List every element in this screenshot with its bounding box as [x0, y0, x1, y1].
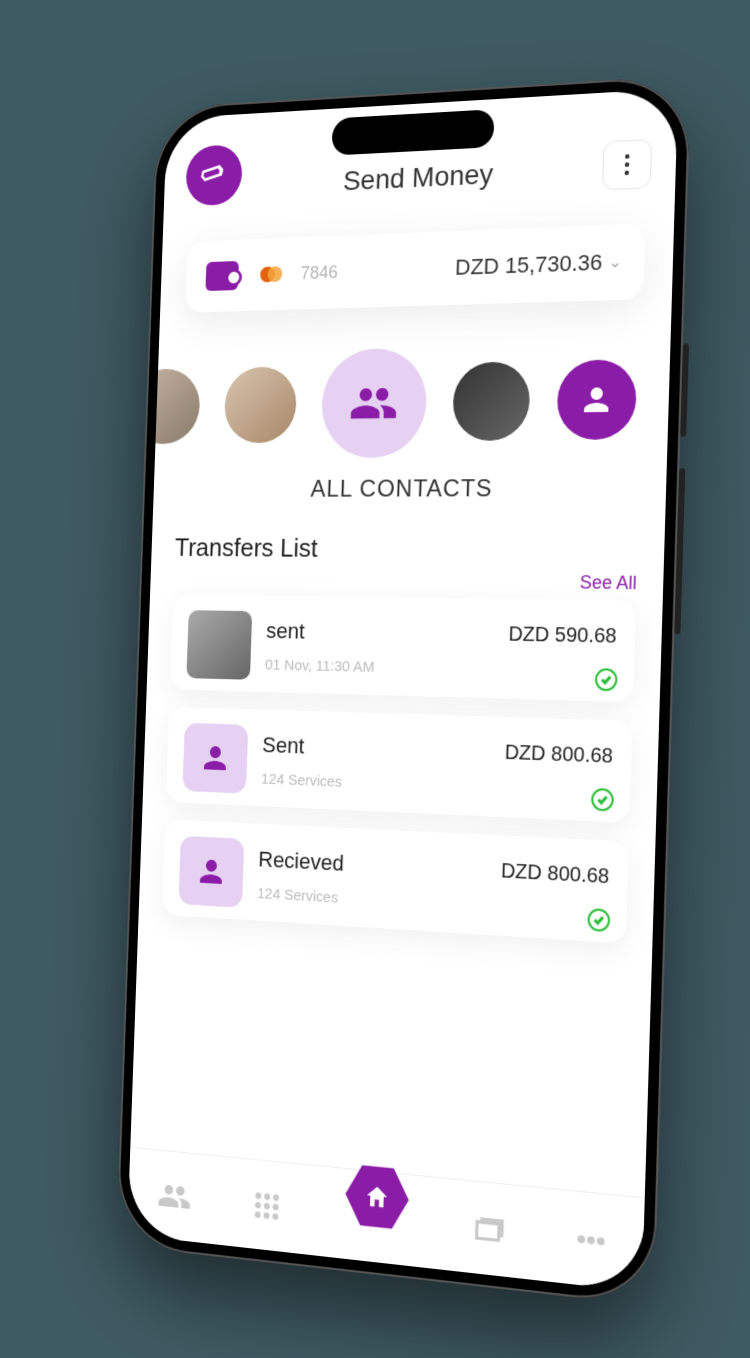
all-contacts-avatar[interactable] — [320, 347, 428, 458]
see-all-link[interactable]: See All — [173, 568, 637, 594]
transfer-amount: DZD 590.68 — [508, 624, 617, 650]
person-icon — [194, 853, 228, 890]
phone-frame: Send Money 7846 DZD 15,730.36 ⌄ — [116, 75, 691, 1306]
transfer-amount: DZD 800.68 — [504, 742, 613, 770]
nav-cards-icon[interactable] — [470, 1208, 509, 1251]
transfers-section: Transfers List See All sent DZD 590.68 0… — [130, 532, 665, 1197]
status-success-icon — [587, 908, 610, 932]
app-screen: Send Money 7846 DZD 15,730.36 ⌄ — [127, 88, 678, 1292]
nav-dialpad-icon[interactable] — [249, 1185, 286, 1227]
page-title: Send Money — [241, 153, 603, 202]
balance-currency: DZD — [455, 253, 500, 281]
transfer-item[interactable]: Sent DZD 800.68 124 Services — [166, 707, 633, 823]
contacts-row — [155, 342, 671, 460]
status-success-icon — [591, 788, 614, 812]
transfer-avatar — [186, 610, 252, 680]
status-success-icon — [595, 668, 618, 691]
header: Send Money — [163, 88, 678, 220]
contact-avatar[interactable] — [155, 368, 201, 444]
contact-avatar[interactable] — [556, 359, 637, 440]
card-last4: 7846 — [300, 262, 338, 284]
transfer-subtitle: 01 Nov, 11:30 AM — [265, 657, 492, 679]
wallet-icon — [205, 261, 238, 291]
transfer-amount: DZD 800.68 — [501, 860, 610, 889]
transfer-item[interactable]: Recieved DZD 800.68 124 Services — [162, 819, 629, 943]
balance-amount: 15,730.36 — [505, 249, 603, 279]
balance-amount-wrap: DZD 15,730.36 ⌄ — [455, 249, 623, 281]
transfer-label: sent — [266, 618, 493, 648]
transfer-label: Recieved — [258, 846, 486, 884]
transfer-avatar — [178, 836, 244, 908]
transfer-avatar — [182, 723, 248, 794]
nav-contacts-icon[interactable] — [156, 1176, 192, 1217]
contact-avatar[interactable] — [223, 366, 297, 443]
transfer-subtitle: 124 Services — [261, 771, 488, 797]
chevron-down-icon[interactable]: ⌄ — [608, 252, 622, 273]
person-icon — [198, 740, 232, 776]
more-button[interactable] — [602, 139, 652, 190]
app-logo-icon — [185, 144, 243, 206]
mastercard-icon — [260, 266, 275, 282]
transfer-item[interactable]: sent DZD 590.68 01 Nov, 11:30 AM — [170, 594, 636, 702]
transfers-title: Transfers List — [174, 533, 638, 567]
transfer-subtitle: 124 Services — [257, 885, 484, 915]
person-icon — [578, 381, 615, 418]
all-contacts-label: ALL CONTACTS — [153, 474, 666, 503]
more-vertical-icon — [624, 153, 631, 176]
transfer-label: Sent — [262, 732, 489, 766]
people-icon — [348, 377, 399, 429]
balance-card[interactable]: 7846 DZD 15,730.36 ⌄ — [185, 223, 646, 313]
home-icon — [363, 1181, 391, 1212]
contact-avatar[interactable] — [452, 361, 531, 441]
nav-more-icon[interactable] — [571, 1218, 611, 1262]
